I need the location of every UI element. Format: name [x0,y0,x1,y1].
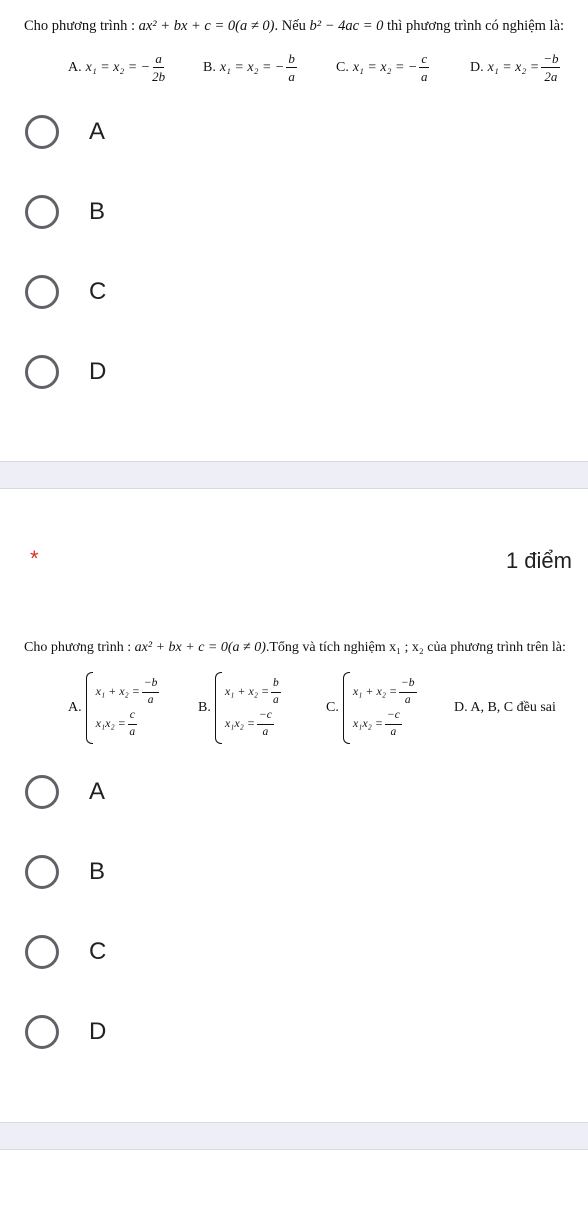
q2-choice-c-system: x₁ + x₂ = −b a x₁x₂ = −c a [342,672,419,744]
section-separator [0,461,588,489]
q1-choice-a-fraction: a 2b [152,51,166,84]
q1-choice-c: C. x₁ = x₂ = − ca [336,52,431,83]
q2-choice-c-label: C. [326,700,339,715]
q1-choice-b: B. x₁ = x₂ = − ba [203,52,299,83]
q2-choice-b: B. x₁ + x₂ = b a x₁x₂ = −c a [198,672,283,744]
q2-option-c-label: C [89,938,107,965]
q2-option-c[interactable]: C [25,935,106,969]
required-marker: * [30,546,39,571]
q1-choice-b-lhs: x₁ = x₂ = − [219,59,285,75]
q1-choice-d-lhs: x₁ = x₂ = [487,59,540,75]
q1-option-d-label: D [89,358,107,385]
q2-option-d[interactable]: D [25,1015,106,1049]
radio-button[interactable] [25,1015,59,1049]
q2-option-d-label: D [89,1018,107,1045]
q2-option-a-label: A [89,778,106,805]
q2-choice-d-label: D. A, B, C đều sai [454,700,556,715]
q1-choice-a: A. x₁ = x₂ = − a 2b [68,52,167,83]
q1-choice-d-label: D. [470,59,484,75]
q1-choice-b-fraction: ba [286,51,297,84]
question-2-equation: ax² + bx + c = 0(a ≠ 0) [134,640,266,655]
q1-choice-c-label: C. [336,59,349,75]
q1-option-a[interactable]: A [25,115,105,149]
radio-button[interactable] [25,355,59,389]
q1-option-a-label: A [89,118,106,145]
section-separator [0,1122,588,1150]
q1-choice-d: D. x₁ = x₂ = −b 2a [470,52,562,83]
q1-option-d[interactable]: D [25,355,106,389]
q1-choice-a-lhs: x₁ = x₂ = − [85,59,151,75]
q1-choice-c-fraction: ca [419,51,430,84]
radio-button[interactable] [25,195,59,229]
q2-option-b-label: B [89,858,106,885]
radio-button[interactable] [25,855,59,889]
q2-choice-c: C. x₁ + x₂ = −b a x₁x₂ = −c a [326,672,419,744]
question-1-text: Cho phương trình : ax² + bx + c = 0(a ≠ … [24,18,564,35]
question-1-middle: . Nếu [274,18,310,34]
question-2-prefix: Cho phương trình : [24,640,135,655]
q1-choice-d-fraction: −b 2a [541,51,561,84]
q2-choice-a: A. x₁ + x₂ = −b a x₁x₂ = c a [68,672,161,744]
q1-choice-b-label: B. [203,59,216,75]
question-1-equation: ax² + bx + c = 0(a ≠ 0) [138,18,275,34]
question-1-prefix: Cho phương trình : [24,18,139,34]
q2-choice-a-label: A. [68,700,82,715]
question-1-condition: b² − 4ac = 0 [309,18,384,34]
q1-option-c[interactable]: C [25,275,106,309]
q2-choice-b-system: x₁ + x₂ = b a x₁x₂ = −c a [214,672,283,744]
q1-choice-c-lhs: x₁ = x₂ = − [352,59,418,75]
question-2-suffix: .Tổng và tích nghiệm x₁ ; x₂ của phương … [265,640,566,655]
q1-option-b[interactable]: B [25,195,105,229]
q1-option-b-label: B [89,198,106,225]
radio-button[interactable] [25,775,59,809]
radio-button[interactable] [25,115,59,149]
question-1-suffix: thì phương trình có nghiệm là: [383,18,565,34]
q2-choice-d: D. A, B, C đều sai [454,700,556,716]
radio-button[interactable] [25,275,59,309]
q2-option-a[interactable]: A [25,775,105,809]
q2-option-b[interactable]: B [25,855,105,889]
question-2-text: Cho phương trình : ax² + bx + c = 0(a ≠ … [24,640,566,656]
radio-button[interactable] [25,935,59,969]
q2-choice-a-system: x₁ + x₂ = −b a x₁x₂ = c a [85,672,162,744]
q1-choice-a-label: A. [68,59,82,75]
q2-choice-b-label: B. [198,700,211,715]
q1-option-c-label: C [89,278,107,305]
points-label: 1 điểm [505,548,572,573]
